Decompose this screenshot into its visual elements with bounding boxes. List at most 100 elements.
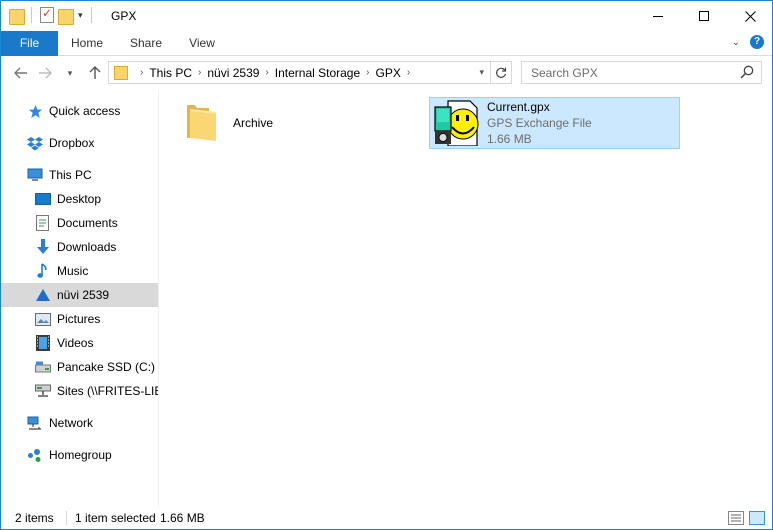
file-list: Archive Current.gpx GPS Exchange File 1.… <box>159 89 772 507</box>
tab-share[interactable]: Share <box>119 31 173 56</box>
back-button[interactable] <box>11 64 31 82</box>
properties-icon[interactable] <box>40 6 54 23</box>
folder-icon <box>187 105 216 141</box>
recent-locations-chevron-icon[interactable]: ▾ <box>63 64 77 82</box>
tab-home[interactable]: Home <box>59 31 115 56</box>
homegroup-icon <box>27 447 43 463</box>
folder-icon <box>9 7 25 25</box>
new-folder-icon[interactable] <box>58 7 74 25</box>
customize-toolbar-chevron-icon[interactable]: ▾ <box>78 10 83 21</box>
network-icon <box>27 415 43 431</box>
item-count: 2 items <box>15 511 54 525</box>
sidebar-item-videos[interactable]: Videos <box>1 331 158 355</box>
toolbar-divider <box>31 7 32 23</box>
up-button[interactable] <box>85 64 105 82</box>
documents-icon <box>35 215 51 231</box>
drive-icon <box>35 359 51 375</box>
sidebar-item-label: nüvi 2539 <box>57 288 110 302</box>
close-icon <box>744 10 756 22</box>
forward-button[interactable] <box>35 64 55 82</box>
ribbon-tabs: File Home Share View ⌄ ? <box>1 31 772 56</box>
search-box[interactable] <box>521 61 762 84</box>
details-view-icon[interactable] <box>728 511 744 525</box>
music-note-icon <box>35 263 51 279</box>
gps-device-icon <box>35 287 51 303</box>
search-input[interactable] <box>522 62 722 83</box>
file-name: Current.gpx <box>487 100 550 114</box>
breadcrumb-this-pc[interactable]: This PC <box>149 66 192 80</box>
computer-icon <box>27 167 43 183</box>
refresh-icon <box>496 67 507 78</box>
navigation-bar: ▾ › This PC › nüvi 2539 › Internal Stora… <box>1 57 772 89</box>
file-item-archive[interactable]: Archive <box>185 97 345 149</box>
file-size: 1.66 MB <box>487 132 532 146</box>
maximize-icon <box>699 11 709 21</box>
sidebar-item-label: This PC <box>49 168 92 182</box>
sidebar-item-this-pc[interactable]: This PC <box>1 163 158 187</box>
tab-file[interactable]: File <box>1 31 58 56</box>
minimize-button[interactable] <box>635 1 681 31</box>
sidebar-item-label: Desktop <box>57 192 102 206</box>
sidebar-item-pancake-ssd[interactable]: Pancake SSD (C:) <box>1 355 158 379</box>
folder-icon <box>114 65 128 80</box>
sidebar-item-sites-network-drive[interactable]: Sites (\\FRITES-LIBE <box>1 379 158 403</box>
sidebar-item-pictures[interactable]: Pictures <box>1 307 158 331</box>
maximize-button[interactable] <box>681 1 727 31</box>
sidebar-item-label: Videos <box>57 336 94 350</box>
download-arrow-icon <box>35 239 51 255</box>
sidebar-item-label: Music <box>57 264 89 278</box>
sidebar-item-documents[interactable]: Documents <box>1 211 158 235</box>
navigation-pane: Quick access Dropbox This PC Desktop Doc… <box>1 89 159 507</box>
sidebar-item-label: Network <box>49 416 94 430</box>
file-item-current-gpx[interactable]: Current.gpx GPS Exchange File 1.66 MB <box>429 97 680 149</box>
sidebar-item-label: Quick access <box>49 104 121 118</box>
breadcrumb-chevron-icon[interactable]: › <box>265 67 268 78</box>
sidebar-item-downloads[interactable]: Downloads <box>1 235 158 259</box>
gps-smiley-file-icon <box>434 100 479 146</box>
sidebar-item-music[interactable]: Music <box>1 259 158 283</box>
breadcrumb-gpx[interactable]: GPX <box>376 66 401 80</box>
minimize-icon <box>653 15 663 17</box>
expand-ribbon-chevron-icon[interactable]: ⌄ <box>732 37 740 48</box>
sidebar-item-homegroup[interactable]: Homegroup <box>1 443 158 467</box>
refresh-button[interactable] <box>491 61 512 84</box>
desktop-icon <box>35 191 51 207</box>
arrow-up-icon <box>89 66 101 79</box>
breadcrumb-chevron-icon[interactable]: › <box>366 67 369 78</box>
help-icon[interactable]: ? <box>750 35 764 49</box>
sidebar-item-label: Documents <box>57 216 118 230</box>
address-bar[interactable]: › This PC › nüvi 2539 › Internal Storage… <box>108 61 491 84</box>
address-history-chevron-icon[interactable]: ▾ <box>479 67 484 78</box>
sidebar-item-label: Pictures <box>57 312 101 326</box>
ribbon-controls: ⌄ ? <box>732 35 764 49</box>
close-button[interactable] <box>727 1 773 31</box>
selection-count: 1 item selected <box>75 511 156 525</box>
film-icon <box>35 335 51 351</box>
file-name: Archive <box>233 116 274 130</box>
status-bar: 2 items 1 item selected 1.66 MB <box>1 507 772 529</box>
window-title: GPX <box>111 9 137 23</box>
breadcrumb-chevron-icon[interactable]: › <box>407 67 410 78</box>
pictures-icon <box>35 311 51 327</box>
search-icon[interactable] <box>740 65 754 79</box>
large-icons-view-icon[interactable] <box>749 511 765 525</box>
sidebar-item-label: Pancake SSD (C:) <box>57 360 156 374</box>
toolbar-divider <box>90 7 92 23</box>
breadcrumb-internal-storage[interactable]: Internal Storage <box>275 66 360 80</box>
sidebar-item-dropbox[interactable]: Dropbox <box>1 131 158 155</box>
selection-size: 1.66 MB <box>160 511 205 525</box>
sidebar-item-nuvi-2539[interactable]: nüvi 2539 <box>1 283 158 307</box>
network-drive-icon <box>35 383 51 399</box>
explorer-window: ▾ GPX File Home Share View ⌄ ? ▾ <box>0 0 773 530</box>
breadcrumb-nuvi[interactable]: nüvi 2539 <box>207 66 259 80</box>
sidebar-item-label: Downloads <box>57 240 117 254</box>
sidebar-item-quick-access[interactable]: Quick access <box>1 99 158 123</box>
breadcrumb-chevron-icon[interactable]: › <box>140 67 143 78</box>
tab-view[interactable]: View <box>177 31 227 56</box>
breadcrumb-chevron-icon[interactable]: › <box>198 67 201 78</box>
status-divider <box>66 511 67 525</box>
sidebar-item-desktop[interactable]: Desktop <box>1 187 158 211</box>
sidebar-item-network[interactable]: Network <box>1 411 158 435</box>
file-type: GPS Exchange File <box>487 116 592 130</box>
sidebar-item-label: Sites (\\FRITES-LIBE <box>57 384 158 398</box>
